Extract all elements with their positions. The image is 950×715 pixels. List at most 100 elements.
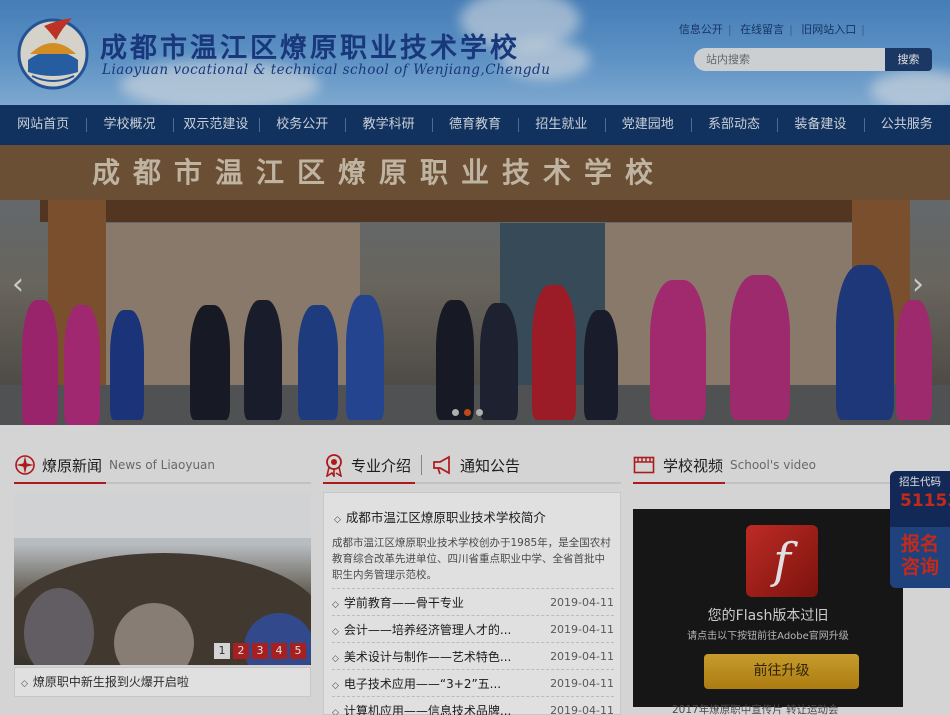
enroll-consult-button[interactable]: 报名 咨询 [890,527,950,588]
site-search: 搜索 [694,48,932,71]
nav-item-affairs[interactable]: 校务公开 [259,105,345,145]
banner-pagination [452,409,483,416]
banner-person [480,303,518,420]
nav-item-equipment[interactable]: 装备建设 [777,105,863,145]
main-nav: 网站首页 学校概况 双示范建设 校务公开 教学科研 德育教育 招生就业 党建园地… [0,105,950,145]
list-item-title: 学前教育——骨干专业 [343,595,464,610]
site-header: 成都市温江区燎原职业技术学校 Liaoyuan vocational & tec… [0,0,950,105]
news-page-4[interactable]: 4 [271,643,287,659]
banner-person [584,310,618,420]
top-link-message[interactable]: 在线留言 [740,23,784,36]
flash-upgrade-button[interactable]: 前往升级 [704,654,859,689]
video-title[interactable]: 学校视频 [663,455,723,476]
nav-item-moral[interactable]: 德育教育 [431,105,518,145]
banner-person [836,265,894,420]
major-title-accent [323,482,415,484]
news-photo[interactable]: 1 2 3 4 5 [14,493,311,665]
megaphone-icon [433,455,450,475]
list-item[interactable]: ◇ 电子技术应用——“3+2”五... 2019-04-11 [332,669,614,696]
banner-person [346,295,384,420]
news-page-5[interactable]: 5 [290,643,306,659]
divider: | [861,23,865,36]
video-title-en: School's video [730,458,816,472]
diamond-icon: ◇ [334,515,341,525]
list-item[interactable]: ◇ 学前教育——骨干专业 2019-04-11 [332,588,614,615]
search-input[interactable] [694,48,886,71]
video-player[interactable]: f 您的Flash版本过旧 请点击以下按钮前往Adobe官网升级 前往升级 [633,509,903,707]
admission-code-label: 招生代码 [899,476,941,488]
flash-outdated-title: 您的Flash版本过旧 [707,608,829,624]
divider: | [727,23,732,36]
news-page-2[interactable]: 2 [233,643,249,659]
list-item[interactable]: ◇ 计算机应用——信息技术品牌... 2019-04-11 [332,696,614,715]
list-item-date: 2019-04-11 [550,595,614,609]
video-list-item[interactable]: 2017年燎原职中宣传片 转让运动会 [672,702,839,715]
list-item-title: 电子技术应用——“3+2”五... [343,676,502,691]
nav-item-demonstration[interactable]: 双示范建设 [172,105,259,145]
news-section-title: 燎原新闻 News of Liaoyuan [14,452,215,478]
video-title-accent [633,482,725,484]
nav-item-overview[interactable]: 学校概况 [86,105,172,145]
award-ribbon-icon [325,454,343,477]
flash-player-icon: f [746,525,818,597]
nav-item-departments[interactable]: 系部动态 [690,105,777,145]
list-item[interactable]: ◇ 会计——培养经济管理人才的... 2019-04-11 [332,615,614,642]
banner-slideshow[interactable]: 成都市温江区燎原职业技术学校 ‹ › [0,145,950,425]
top-links: 信息公开 | 在线留言 | 旧网站入口 | [679,21,870,37]
video-section-title: 学校视频 School's video [633,452,816,478]
tab-major[interactable]: 专业介绍 [351,455,411,476]
header-cloud [870,70,950,105]
list-item-title: 计算机应用——信息技术品牌... [343,703,512,715]
list-item-title: 美术设计与制作——艺术特色... [343,649,512,664]
banner-dot-active[interactable] [464,409,471,416]
news-page-1[interactable]: 1 [214,643,230,659]
nav-item-home[interactable]: 网站首页 [0,105,86,145]
feature-article-title[interactable]: ◇ 成都市温江区燎原职业技术学校简介 [334,507,546,526]
school-name-en: Liaoyuan vocational & technical school o… [102,62,551,78]
news-page-3[interactable]: 3 [252,643,268,659]
banner-dot[interactable] [452,409,459,416]
nav-item-research[interactable]: 教学科研 [345,105,431,145]
admission-code-float[interactable]: 招生代码 51153 报名咨询 [890,471,950,588]
banner-dot[interactable] [476,409,483,416]
major-list-panel: ◇ 成都市温江区燎原职业技术学校简介 成都市温江区燎原职业技术学校创办于1985年… [323,492,621,715]
nav-item-party[interactable]: 党建园地 [604,105,691,145]
search-button[interactable]: 搜索 [885,48,932,71]
nav-item-public[interactable]: 公共服务 [863,105,950,145]
nav-item-admission[interactable]: 招生就业 [518,105,604,145]
news-title-en: News of Liaoyuan [109,458,216,472]
news-caption-text: 燎原职中新生报到火爆开启啦 [32,675,189,689]
divider: | [789,23,793,36]
banner-next-arrow-icon[interactable]: › [912,267,924,302]
tab-notice[interactable]: 通知公告 [460,455,520,476]
top-link-old-site[interactable]: 旧网站入口 [801,23,856,36]
banner-person [532,285,576,420]
feature-article-desc: 成都市温江区燎原职业技术学校创办于1985年，是全国农村教育综合改革先进单位、四… [332,537,611,581]
list-item-title: 会计——培养经济管理人才的... [343,622,512,637]
banner-person [110,310,144,420]
banner-person [436,300,474,420]
diamond-icon: ◇ [332,626,339,637]
banner-person [22,300,58,425]
banner-person [896,300,932,420]
admission-code-number: 51153 [900,491,950,511]
list-item-date: 2019-04-11 [550,649,614,663]
banner-person [64,305,100,425]
banner-person [244,300,282,420]
banner-prev-arrow-icon[interactable]: ‹ [12,267,24,302]
top-link-info[interactable]: 信息公开 [679,23,723,36]
banner-person [298,305,338,420]
banner-person [190,305,230,420]
school-logo-icon[interactable] [14,14,92,92]
news-pager: 1 2 3 4 5 [214,643,306,659]
list-item[interactable]: ◇ 美术设计与制作——艺术特色... 2019-04-11 [332,642,614,669]
list-item-date: 2019-04-11 [550,703,614,715]
diamond-icon: ◇ [332,680,339,691]
banner-gate-beam [40,200,910,222]
banner-person [730,275,790,420]
film-icon [633,456,655,474]
banner-person [650,280,706,420]
news-title[interactable]: 燎原新闻 [42,455,102,476]
banner-gate-text: 成都市温江区燎原职业技术学校 [92,156,667,189]
news-caption[interactable]: ◇ 燎原职中新生报到火爆开启啦 [14,667,311,697]
